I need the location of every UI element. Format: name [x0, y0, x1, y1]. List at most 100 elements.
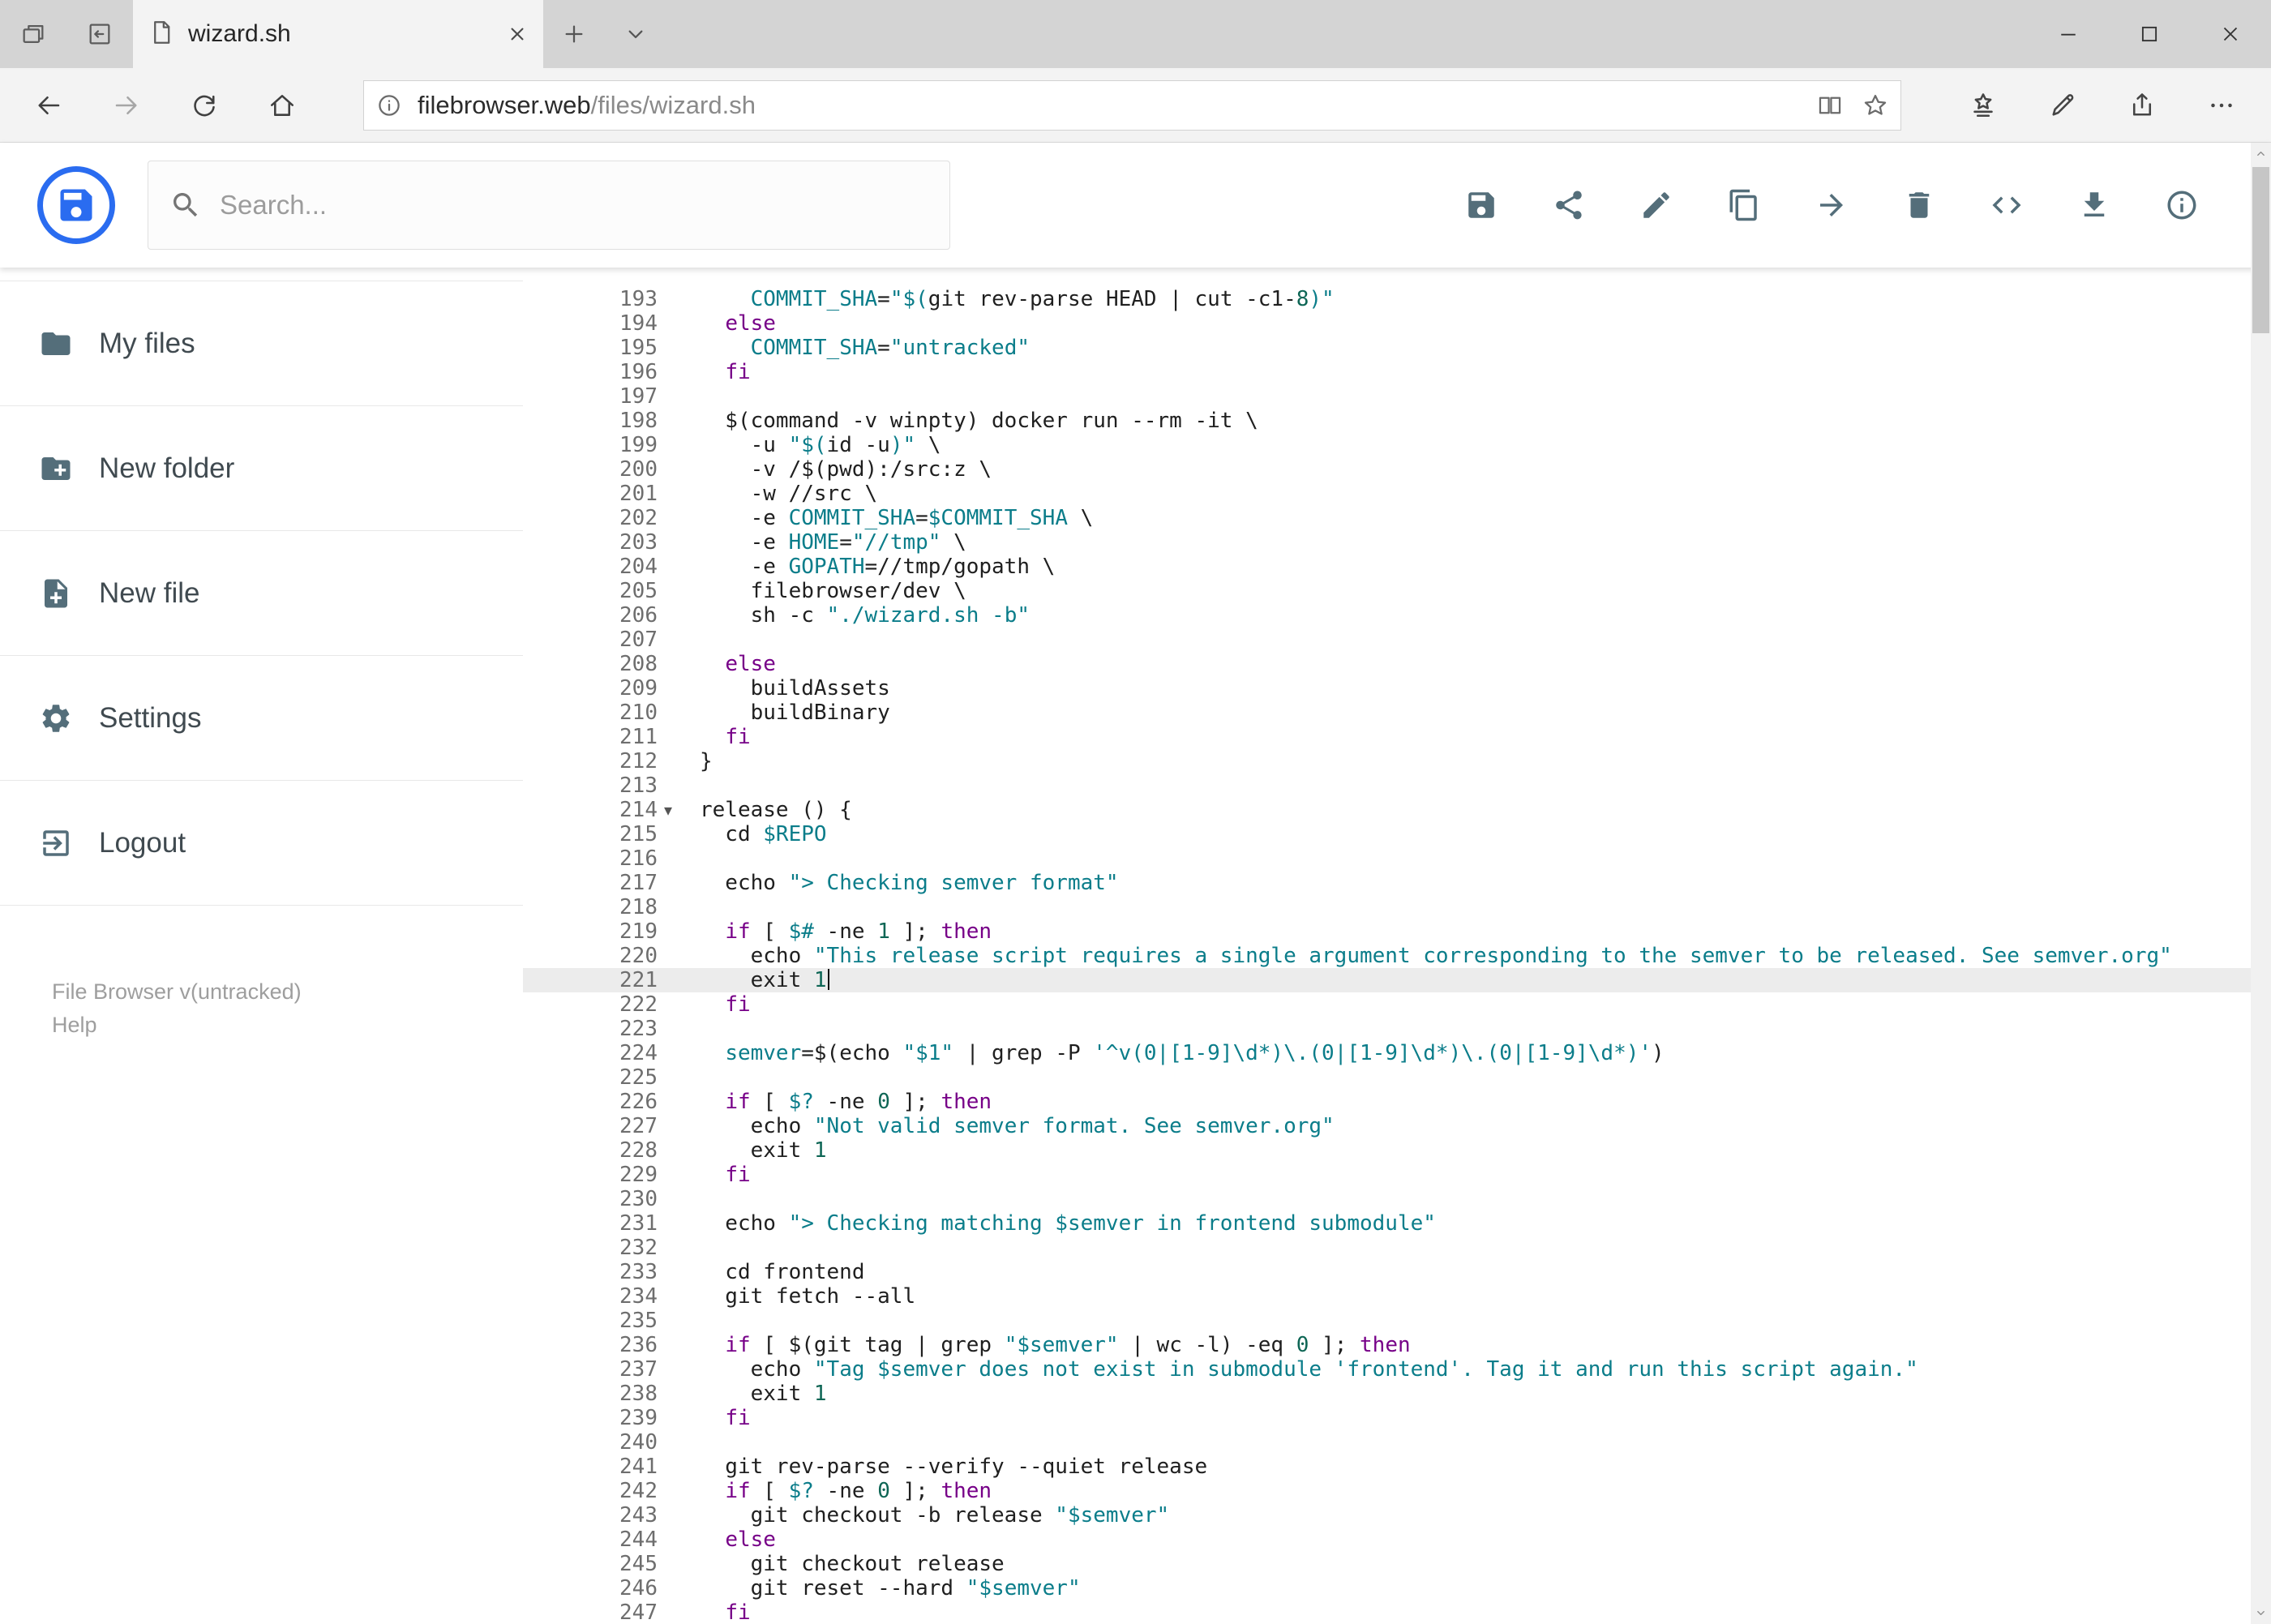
rename-button[interactable]	[1613, 156, 1700, 254]
tab-list-chevron-button[interactable]	[605, 0, 666, 68]
tab-close-button[interactable]	[506, 23, 529, 45]
raw-view-button[interactable]	[1963, 156, 2050, 254]
download-button[interactable]	[2050, 156, 2138, 254]
fold-toggle-icon[interactable]: ▾	[659, 798, 677, 822]
url-text[interactable]: filebrowser.web/files/wizard.sh	[418, 91, 1816, 120]
delete-button[interactable]	[1875, 156, 1963, 254]
code-line[interactable]: 203 -e HOME="//tmp" \	[523, 530, 2251, 555]
code-line[interactable]: 236 if [ $(git tag | grep "$semver" | wc…	[523, 1333, 2251, 1357]
share-page-button[interactable]	[2102, 68, 2182, 143]
code-line[interactable]: 197	[523, 384, 2251, 409]
hub-button[interactable]	[1943, 68, 2023, 143]
code-line[interactable]: 245 git checkout release	[523, 1552, 2251, 1576]
code-line[interactable]: 219 if [ $# -ne 1 ]; then	[523, 919, 2251, 944]
back-button[interactable]	[10, 68, 88, 142]
close-window-button[interactable]	[2190, 0, 2271, 68]
sidebar-item-logout[interactable]: Logout	[0, 781, 523, 906]
code-line[interactable]: 204 -e GOPATH=//tmp/gopath \	[523, 555, 2251, 579]
code-line[interactable]: 212}	[523, 749, 2251, 773]
page-scrollbar[interactable]	[2251, 143, 2271, 1624]
minimize-button[interactable]	[2028, 0, 2109, 68]
code-line[interactable]: 208 else	[523, 652, 2251, 676]
scroll-down-arrow-icon[interactable]	[2251, 1602, 2271, 1624]
code-line[interactable]: 228 exit 1	[523, 1138, 2251, 1163]
code-line[interactable]: 214 ▾ release () {	[523, 798, 2251, 822]
code-line[interactable]: 220 echo "This release script requires a…	[523, 944, 2251, 968]
code-line[interactable]: 222 fi	[523, 992, 2251, 1017]
tabs-preview-button[interactable]	[0, 0, 66, 68]
code-line[interactable]: 246 git reset --hard "$semver"	[523, 1576, 2251, 1600]
code-line[interactable]: 244 else	[523, 1528, 2251, 1552]
more-options-button[interactable]	[2182, 68, 2261, 143]
sidebar-item-my-files[interactable]: My files	[0, 281, 523, 406]
code-line[interactable]: 205 filebrowser/dev \	[523, 579, 2251, 603]
code-line[interactable]: 198 $(command -v winpty) docker run --rm…	[523, 409, 2251, 433]
new-tab-button[interactable]	[543, 0, 605, 68]
code-line[interactable]: 243 git checkout -b release "$semver"	[523, 1503, 2251, 1528]
code-line[interactable]: 202 -e COMMIT_SHA=$COMMIT_SHA \	[523, 506, 2251, 530]
code-line[interactable]: 216	[523, 846, 2251, 871]
code-line[interactable]: 211 fi	[523, 725, 2251, 749]
code-line[interactable]: 231 echo "> Checking matching $semver in…	[523, 1211, 2251, 1236]
code-line[interactable]: 210 buildBinary	[523, 701, 2251, 725]
code-line[interactable]: 218	[523, 895, 2251, 919]
code-line[interactable]: 235	[523, 1309, 2251, 1333]
code-line[interactable]: 224 semver=$(echo "$1" | grep -P '^v(0|[…	[523, 1041, 2251, 1065]
code-line[interactable]: 227 echo "Not valid semver format. See s…	[523, 1114, 2251, 1138]
code-line[interactable]: 206 sh -c "./wizard.sh -b"	[523, 603, 2251, 628]
reading-view-icon[interactable]	[1816, 92, 1844, 119]
code-line[interactable]: 234 git fetch --all	[523, 1284, 2251, 1309]
code-line[interactable]: 223	[523, 1017, 2251, 1041]
code-line[interactable]: 200 -v /$(pwd):/src:z \	[523, 457, 2251, 482]
code-line[interactable]: 194 else	[523, 311, 2251, 336]
search-box[interactable]	[148, 161, 950, 250]
code-line[interactable]: 247 fi	[523, 1600, 2251, 1624]
browser-tab[interactable]: wizard.sh	[133, 0, 543, 68]
scrollbar-thumb[interactable]	[2252, 167, 2269, 333]
site-info-icon[interactable]	[375, 92, 403, 119]
code-line[interactable]: 209 buildAssets	[523, 676, 2251, 701]
code-line[interactable]: 221 exit 1	[523, 968, 2251, 992]
sidebar-item-settings[interactable]: Settings	[0, 656, 523, 781]
sidebar-item-new-file[interactable]: New file	[0, 531, 523, 656]
code-line[interactable]: 199 -u "$(id -u)" \	[523, 433, 2251, 457]
refresh-button[interactable]	[165, 68, 243, 142]
code-line[interactable]: 215 cd $REPO	[523, 822, 2251, 846]
code-line[interactable]: 196 fi	[523, 360, 2251, 384]
info-button[interactable]	[2138, 156, 2226, 254]
code-line[interactable]: 240	[523, 1430, 2251, 1455]
code-line[interactable]: 225	[523, 1065, 2251, 1090]
code-line[interactable]: 230	[523, 1187, 2251, 1211]
filebrowser-logo-icon[interactable]	[37, 166, 115, 244]
maximize-button[interactable]	[2109, 0, 2190, 68]
code-line[interactable]: 195 COMMIT_SHA="untracked"	[523, 336, 2251, 360]
forward-button[interactable]	[88, 68, 165, 142]
code-line[interactable]: 217 echo "> Checking semver format"	[523, 871, 2251, 895]
code-line[interactable]: 229 fi	[523, 1163, 2251, 1187]
web-note-button[interactable]	[2023, 68, 2102, 143]
move-button[interactable]	[1788, 156, 1875, 254]
code-line[interactable]: 242 if [ $? -ne 0 ]; then	[523, 1479, 2251, 1503]
home-button[interactable]	[243, 68, 321, 142]
code-line[interactable]: 233 cd frontend	[523, 1260, 2251, 1284]
code-editor[interactable]: 193 COMMIT_SHA="$(git rev-parse HEAD | c…	[523, 268, 2251, 1624]
code-line[interactable]: 232	[523, 1236, 2251, 1260]
copy-button[interactable]	[1700, 156, 1788, 254]
favorite-star-icon[interactable]	[1862, 92, 1889, 119]
sidebar-item-new-folder[interactable]: New folder	[0, 406, 523, 531]
code-line[interactable]: 193 COMMIT_SHA="$(git rev-parse HEAD | c…	[523, 287, 2251, 311]
code-line[interactable]: 226 if [ $? -ne 0 ]; then	[523, 1090, 2251, 1114]
address-bar[interactable]: filebrowser.web/files/wizard.sh	[363, 79, 1901, 131]
search-input[interactable]	[220, 190, 928, 221]
help-link[interactable]: Help	[52, 1009, 523, 1042]
code-line[interactable]: 239 fi	[523, 1406, 2251, 1430]
code-line[interactable]: 207	[523, 628, 2251, 652]
code-line[interactable]: 238 exit 1	[523, 1382, 2251, 1406]
code-line[interactable]: 241 git rev-parse --verify --quiet relea…	[523, 1455, 2251, 1479]
code-line[interactable]: 237 echo "Tag $semver does not exist in …	[523, 1357, 2251, 1382]
set-tabs-aside-button[interactable]	[66, 0, 133, 68]
save-button[interactable]	[1438, 156, 1525, 254]
scroll-up-arrow-icon[interactable]	[2251, 143, 2271, 165]
share-button[interactable]	[1525, 156, 1613, 254]
code-line[interactable]: 213	[523, 773, 2251, 798]
